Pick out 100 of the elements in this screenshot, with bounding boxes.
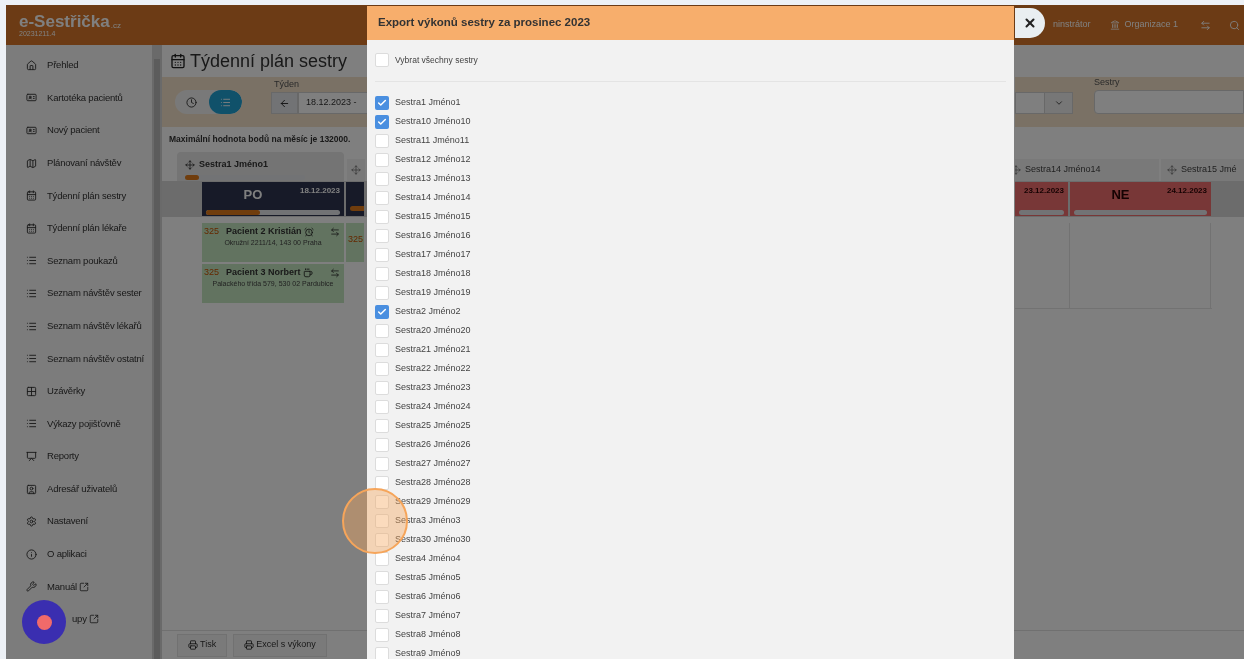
nurse-option[interactable]: Sestra5 Jméno5 [375,568,1014,587]
id-card-icon [26,92,37,104]
nurse-column-header[interactable]: Sestra14 Jméno14 [1015,159,1159,181]
nurse-option[interactable]: Sestra10 Jméno10 [375,112,1014,131]
checkbox[interactable] [375,152,389,167]
nurse-option[interactable]: Sestra14 Jméno14 [375,188,1014,207]
scrollbar[interactable] [152,45,162,659]
checkbox[interactable] [375,53,389,67]
swap-icon[interactable] [1200,19,1211,31]
sidebar-item[interactable]: Plánovaní návštěv [6,146,152,180]
checkbox[interactable] [375,627,389,642]
option-label: Sestra25 Jméno25 [395,418,471,432]
sidebar-item[interactable]: Adresář uživatelů [6,472,152,506]
nurse-option[interactable]: Sestra9 Jméno9 [375,644,1014,659]
patient-name: Pacient 2 Kristián [226,224,302,238]
move-icon[interactable] [185,159,195,170]
checkbox[interactable] [375,608,389,623]
sidebar-item[interactable]: Seznam návštěv lékařů [6,309,152,343]
swap-icon[interactable] [330,267,340,278]
sidebar-item[interactable]: Reporty [6,440,152,473]
checkbox[interactable] [375,456,389,471]
checkbox[interactable] [375,285,389,300]
list-icon [219,96,231,108]
nurse-option[interactable]: Sestra15 Jméno15 [375,207,1014,226]
checkbox[interactable] [375,95,389,110]
sidebar-item[interactable]: Nový pacient [6,114,152,147]
nurse-option[interactable]: Sestra17 Jméno17 [375,245,1014,264]
sidebar-item[interactable]: Nastavení [6,505,152,538]
nurses-field[interactable] [1094,90,1244,114]
contact-card-icon [26,483,37,495]
nurse-option[interactable]: Sestra19 Jméno19 [375,283,1014,302]
swap-icon[interactable] [330,226,340,237]
checkbox[interactable] [375,266,389,281]
previous-week-button[interactable] [271,92,298,114]
checkbox[interactable] [375,209,389,224]
print-button[interactable]: Excel s výkony [233,633,327,657]
checkbox[interactable] [375,646,389,659]
nurse-option[interactable]: Sestra20 Jméno20 [375,321,1014,340]
sidebar-item[interactable]: Kartotéka pacientů [6,81,152,115]
sidebar-item[interactable]: Uzávěrky [6,374,152,408]
print-button[interactable]: Tisk [177,633,228,657]
checkbox[interactable] [375,551,389,566]
checkbox[interactable] [375,228,389,243]
sidebar-item[interactable]: Přehled [6,49,152,82]
checkbox[interactable] [375,589,389,604]
checkbox[interactable] [375,114,389,129]
nurse-option[interactable]: Sestra23 Jméno23 [375,378,1014,397]
nurse-option[interactable]: Sestra25 Jméno25 [375,416,1014,435]
view-toggle-button[interactable] [208,90,242,114]
sidebar-item[interactable]: Seznam poukazů [6,244,152,278]
checkbox[interactable] [375,570,389,585]
move-icon[interactable] [1167,165,1177,175]
nurse-column-header[interactable]: Sestra1 Jméno1 [177,151,344,181]
nurse-option[interactable]: Sestra2 Jméno2 [375,302,1014,321]
nurse-option[interactable]: Sestra18 Jméno18 [375,264,1014,283]
select-all-option[interactable]: Vybrat všechny sestry [375,49,1014,71]
nurse-option[interactable]: Sestra12 Jméno12 [375,150,1014,169]
sidebar-item[interactable]: O aplikaci [6,537,152,571]
checkbox[interactable] [375,494,389,509]
search-icon[interactable] [1229,19,1240,31]
checkbox[interactable] [375,399,389,414]
checkbox[interactable] [375,190,389,205]
checkbox[interactable] [375,475,389,490]
sidebar-item[interactable]: Výkazy pojišťovně [6,407,152,441]
nurse-option[interactable]: Sestra26 Jméno26 [375,435,1014,454]
move-icon[interactable] [351,164,361,175]
checkbox[interactable] [375,171,389,186]
nurse-option[interactable]: Sestra7 Jméno7 [375,606,1014,625]
sidebar-item[interactable]: Seznam návštěv ostatní [6,342,152,375]
checkbox[interactable] [375,418,389,433]
checkbox[interactable] [375,133,389,148]
close-button[interactable] [1015,8,1045,38]
nurse-option[interactable]: Sestra8 Jméno8 [375,625,1014,644]
nurse-column-header[interactable] [347,158,365,181]
checkbox[interactable] [375,342,389,357]
nurse-option[interactable]: Sestra28 Jméno28 [375,473,1014,492]
nurse-option[interactable]: Sestra11 Jméno11 [375,131,1014,150]
nurse-option[interactable]: Sestra22 Jméno22 [375,359,1014,378]
nurse-option[interactable]: Sestra24 Jméno24 [375,397,1014,416]
nurse-option[interactable]: Sestra16 Jméno16 [375,226,1014,245]
sidebar-item[interactable]: Týdenní plán sestry [6,179,152,212]
nurse-option[interactable]: Sestra1 Jméno1 [375,93,1014,112]
checkbox[interactable] [375,361,389,376]
week-select[interactable] [1015,92,1073,114]
nurse-option[interactable]: Sestra21 Jméno21 [375,340,1014,359]
checkbox[interactable] [375,304,389,319]
checkbox[interactable] [375,532,389,547]
sidebar-item[interactable]: Seznam návštěv sester [6,277,152,310]
sidebar-item[interactable]: Týdenní plán lékaře [6,211,152,245]
nurse-option[interactable]: Sestra27 Jméno27 [375,454,1014,473]
dialog-title: Export výkonů sestry za prosinec 2023 [378,15,591,31]
checkbox[interactable] [375,380,389,395]
nurse-column-header[interactable]: Sestra15 Jmé [1161,159,1244,181]
week-field[interactable]: 18.12.2023 - [298,92,368,114]
checkbox[interactable] [375,437,389,452]
nurse-option[interactable]: Sestra13 Jméno13 [375,169,1014,188]
nurse-option[interactable]: Sestra6 Jméno6 [375,587,1014,606]
checkbox[interactable] [375,323,389,338]
nurse-option[interactable]: Sestra4 Jméno4 [375,549,1014,568]
checkbox[interactable] [375,247,389,262]
